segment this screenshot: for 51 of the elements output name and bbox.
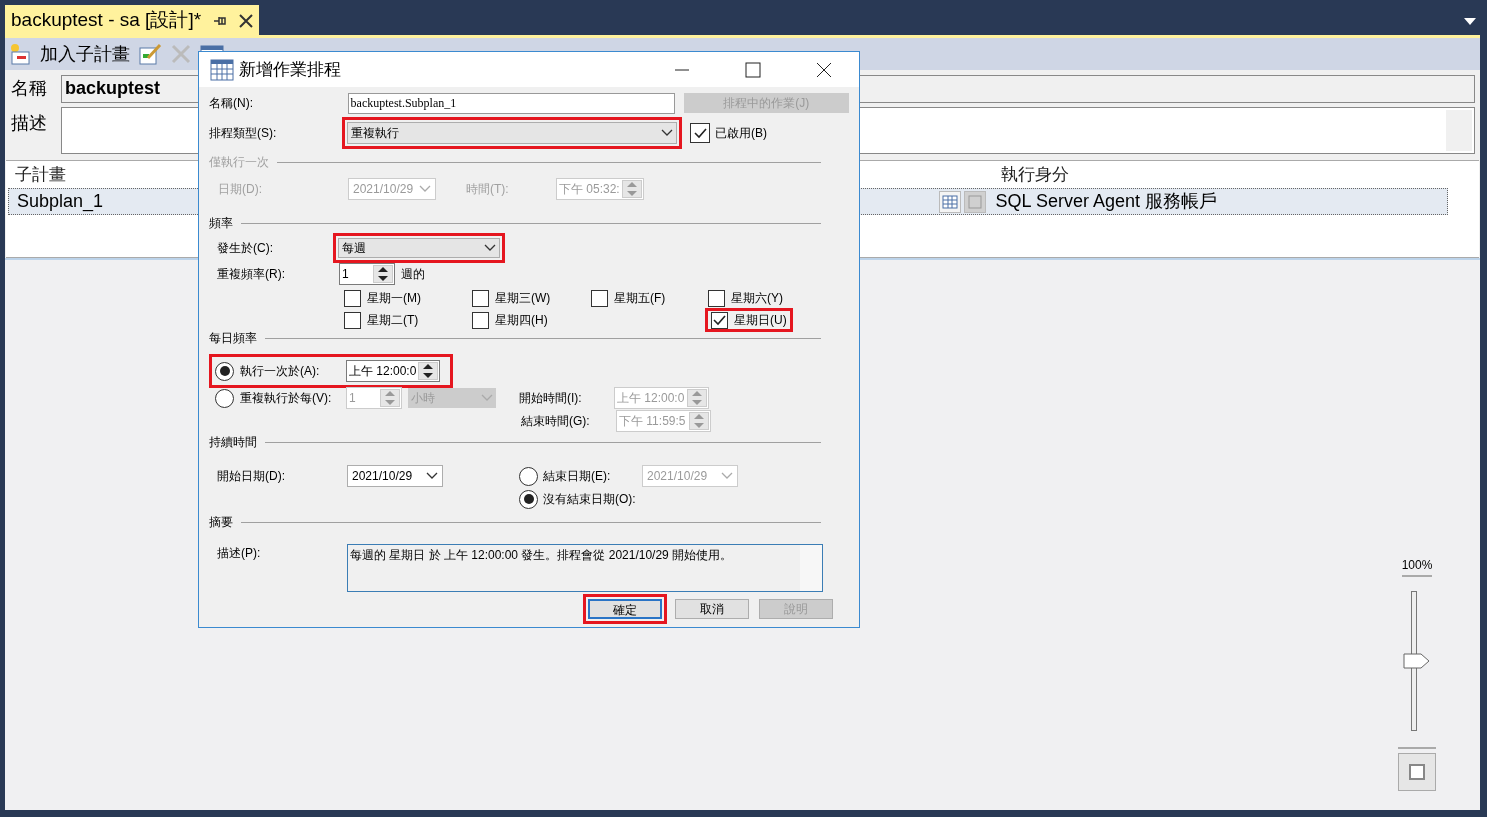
field-label: 日期(D): [218,181,263,198]
field-label: 開始日期(D): [217,468,286,485]
section-heading: 僅執行一次 [209,154,269,171]
zoom-reading: 100% [1401,556,1433,577]
field-label: 開始時間(I): [519,390,583,407]
weekday-label: 星期五(F) [614,290,666,307]
field-value: 1 [349,390,356,407]
field-label: 沒有結束日期(O): [543,491,636,508]
section-heading: 每日頻率 [209,330,257,347]
weekday-label: 星期一(M) [367,290,421,307]
weekday-label: 星期六(Y) [731,290,783,307]
column-header: 執行身分 [1001,163,1069,186]
field-label: 執行一次於(A): [240,363,321,380]
section-heading: 摘要 [209,514,233,531]
field-label: 發生於(C): [217,240,274,257]
field-label: 結束時間(G): [521,413,591,430]
field-label: 已啟用(B) [715,125,767,142]
field-value: 2021/10/29 [647,468,708,485]
field-value: 1 [342,266,349,283]
weekday-label: 星期四(H) [495,312,548,329]
field-value: 每週 [342,240,366,257]
field-label: 名稱 [10,77,48,100]
tab-title: backuptest - sa [設計]* [11,8,202,33]
field-value: 上午 12:00:0 [617,390,685,407]
section-heading: 頻率 [209,215,233,232]
field-label: 重複執行於每(V): [240,390,333,407]
weekday-label: 星期日(U) [734,312,787,329]
field-value: backuptest [65,77,161,100]
summary-text: 每週的 星期日 於 上午 12:00:00 發生。排程會從 2021/10/29 開始使用。 [349,547,734,564]
weekday-label: 星期三(W) [495,290,551,307]
table-cell-text: SQL Server Agent 服務帳戶 [995,190,1217,213]
field-value: 上午 12:00:0 [349,363,417,380]
field-value: backuptest.Subplan_1 [350,95,457,112]
field-label: 時間(T): [466,181,510,198]
field-label: 週的 [401,266,425,283]
field-label: 名稱(N): [209,95,254,112]
column-header: 子計畫 [15,163,66,186]
field-label: 描述 [10,112,48,135]
weekday-label: 星期二(T) [367,312,419,329]
table-cell-text: Subplan_1 [17,190,104,214]
field-value: 重複執行 [351,125,399,142]
field-label: 結束日期(E): [543,468,611,485]
field-value: 下午 11:59:5 [619,413,686,430]
field-value: 下午 05:32: [559,181,620,198]
field-value: 2021/10/29 [353,181,414,198]
section-heading: 持續時間 [209,434,257,451]
field-label: 重複頻率(R): [217,266,286,283]
field-value: 2021/10/29 [352,468,413,485]
dialog-title: 新增作業排程 [239,58,341,81]
field-label: 排程類型(S): [209,125,278,142]
field-label: 描述(P): [217,545,262,562]
